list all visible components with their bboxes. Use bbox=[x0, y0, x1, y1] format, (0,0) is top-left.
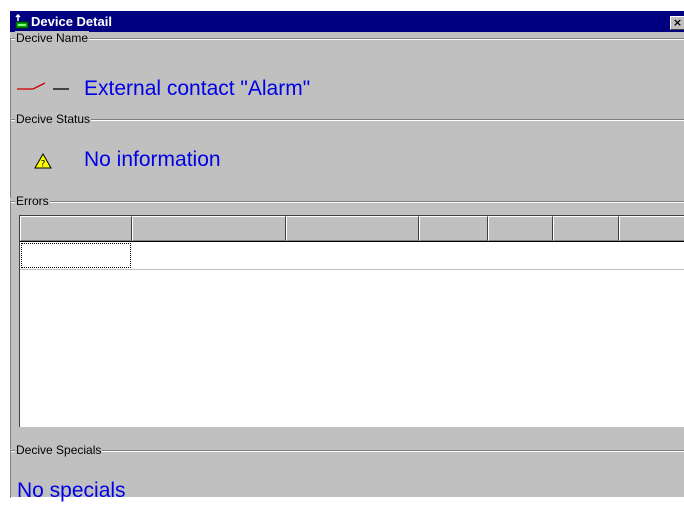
errors-column-header[interactable] bbox=[132, 216, 286, 241]
row-divider bbox=[20, 269, 684, 270]
contact-switch-icon bbox=[17, 79, 69, 93]
title-bar[interactable]: Device Detail × bbox=[10, 11, 684, 32]
device-specials-value: No specials bbox=[17, 479, 126, 502]
device-status-group: Decive Status ? No information bbox=[10, 112, 684, 198]
errors-column-header[interactable] bbox=[619, 216, 684, 241]
device-specials-group-label: Decive Specials bbox=[15, 443, 103, 457]
close-icon: × bbox=[672, 16, 683, 29]
warning-triangle-icon: ? bbox=[34, 152, 52, 170]
window-title: Device Detail bbox=[31, 14, 112, 29]
close-button[interactable]: × bbox=[670, 16, 684, 30]
device-specials-group: Decive Specials No specials bbox=[10, 443, 684, 502]
device-name-group-label: Decive Name bbox=[15, 31, 90, 45]
device-detail-window: Device Detail × Decive Name External con… bbox=[9, 10, 684, 502]
errors-column-header[interactable] bbox=[419, 216, 488, 241]
errors-table-header bbox=[20, 216, 684, 242]
device-name-group: Decive Name External contact "Alarm" bbox=[10, 31, 684, 118]
app-icon bbox=[14, 13, 30, 29]
errors-table[interactable] bbox=[19, 215, 684, 427]
device-status-group-label: Decive Status bbox=[15, 112, 92, 126]
errors-column-header[interactable] bbox=[20, 216, 132, 241]
selected-cell[interactable] bbox=[21, 243, 131, 268]
svg-text:?: ? bbox=[41, 160, 46, 170]
device-name-value: External contact "Alarm" bbox=[84, 77, 311, 100]
errors-group-label: Errors bbox=[15, 194, 50, 208]
errors-column-header[interactable] bbox=[286, 216, 419, 241]
device-status-value: No information bbox=[84, 148, 221, 171]
errors-column-header[interactable] bbox=[488, 216, 553, 241]
errors-group: Errors bbox=[10, 194, 684, 449]
errors-column-header[interactable] bbox=[553, 216, 619, 241]
